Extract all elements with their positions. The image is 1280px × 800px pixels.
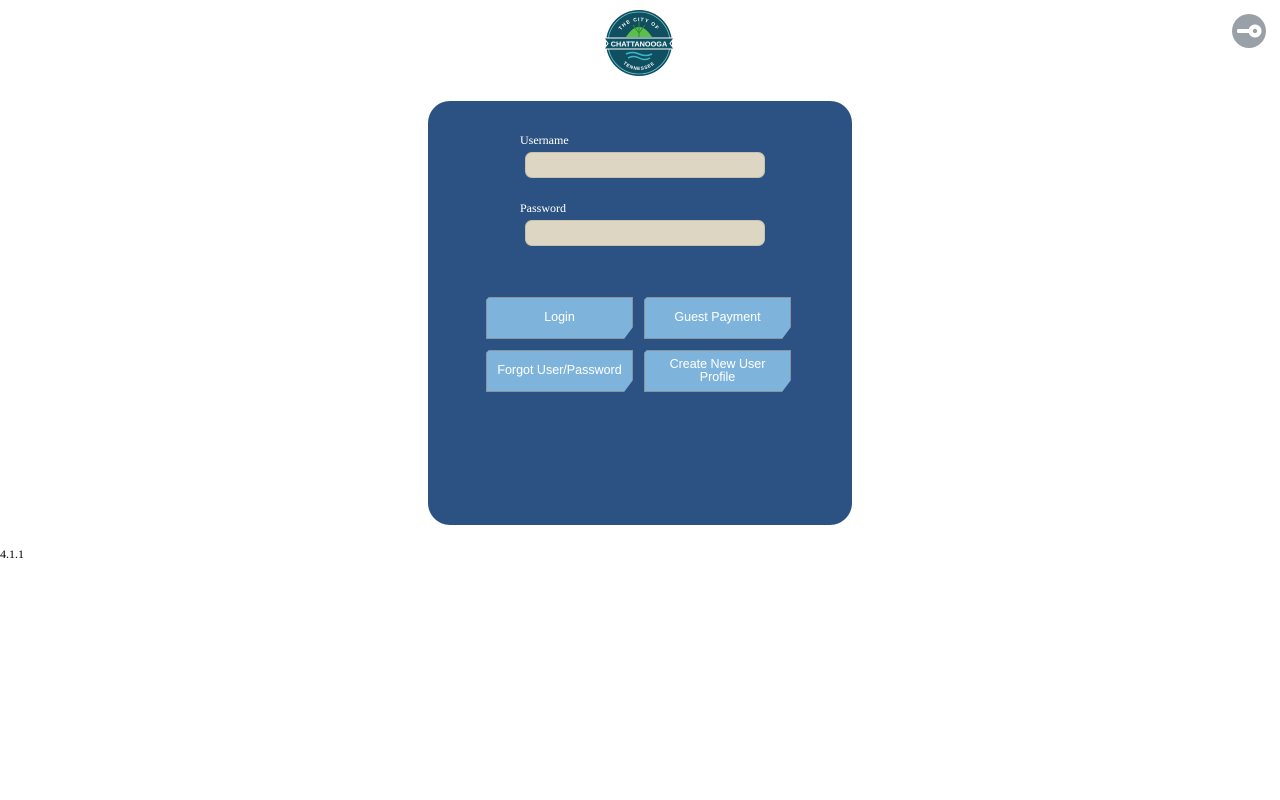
guest-payment-button[interactable]: Guest Payment <box>644 297 791 339</box>
login-panel: Username Password Login Guest Payment Fo… <box>428 101 852 525</box>
forgot-password-button[interactable]: Forgot User/Password <box>486 350 633 392</box>
password-label: Password <box>520 201 567 215</box>
logo-main-text: CHATTANOOGA <box>611 40 668 49</box>
username-label: Username <box>520 133 569 147</box>
version-label: 4.1.1 <box>0 547 24 561</box>
city-logo: CHATTANOOGA THE CITY OF TENNESSEE <box>603 9 675 77</box>
login-page: CHATTANOOGA THE CITY OF TENNESSEE Userna… <box>0 0 1280 800</box>
username-input[interactable] <box>525 152 765 178</box>
key-icon <box>1237 24 1262 38</box>
create-profile-button[interactable]: Create New User Profile <box>644 350 791 392</box>
password-input[interactable] <box>525 220 765 246</box>
login-button[interactable]: Login <box>486 297 633 339</box>
key-button[interactable] <box>1232 14 1266 48</box>
city-logo-emblem: CHATTANOOGA THE CITY OF TENNESSEE <box>603 10 675 76</box>
